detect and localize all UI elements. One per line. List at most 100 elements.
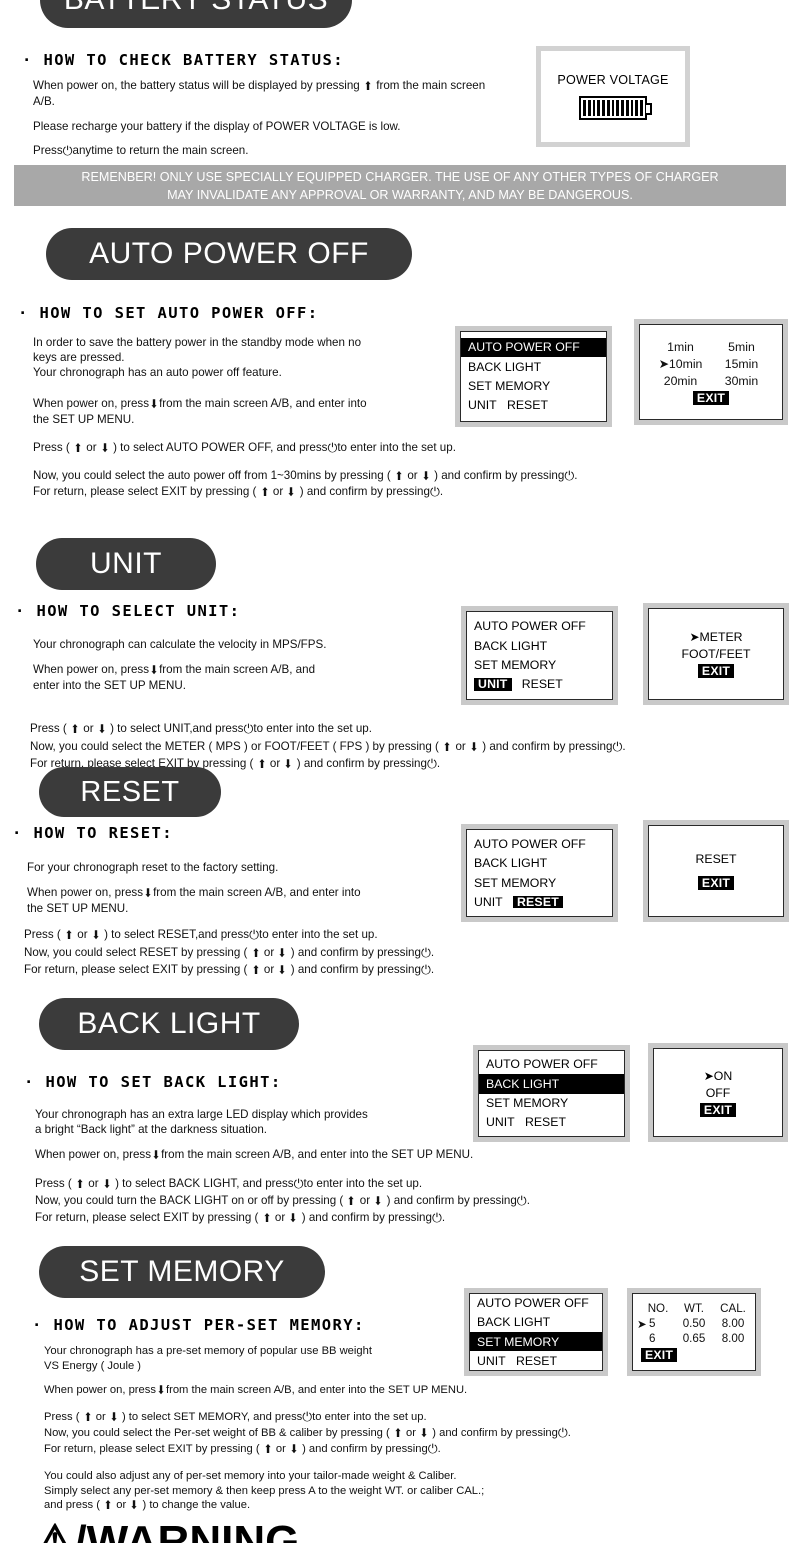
heading-how-to-check-battery-status: · HOW TO CHECK BATTERY STATUS: xyxy=(22,51,344,69)
lcd-option-5min[interactable]: 5min xyxy=(728,340,755,354)
lcd-menu-item-unit-reset[interactable]: UNIT RESET xyxy=(467,675,612,694)
apo-para1-line3: Your chronograph has an auto power off f… xyxy=(33,366,282,379)
apo-para4-b: or xyxy=(407,469,418,482)
power-icon: ⏻ xyxy=(426,756,437,771)
unit-para5-d: . xyxy=(436,757,441,770)
section-pill-auto-power-off: AUTO POWER OFF xyxy=(46,228,412,280)
lcd-menu-item-back-light[interactable]: BACK LIGHT xyxy=(470,1313,602,1332)
arrow-up-icon: ⬆ xyxy=(64,928,74,942)
reset-para5-b: or xyxy=(263,963,275,976)
memtable-row-no[interactable]: 6 xyxy=(641,1332,675,1345)
power-icon: ⏻ xyxy=(249,927,259,942)
lcd-option-reset[interactable]: RESET xyxy=(696,852,737,866)
lcd-menu-item-auto-power-off[interactable]: AUTO POWER OFF xyxy=(479,1055,624,1074)
heading-text: · HOW TO SET AUTO POWER OFF: xyxy=(18,304,319,322)
lcd-menu-item-unit-reset[interactable]: UNIT RESET xyxy=(470,1351,602,1370)
lcd-menu-item-set-memory[interactable]: SET MEMORY xyxy=(467,656,612,675)
lcd-menu-item-reset[interactable]: RESET xyxy=(516,1354,557,1368)
lcd-menu-item-unit[interactable]: UNIT xyxy=(486,1115,515,1129)
memtable-row-wt[interactable]: 0.65 xyxy=(675,1332,713,1345)
setmemory-para5-d: . xyxy=(437,1443,441,1455)
unit-para3-c: ) to select UNIT,and press xyxy=(110,722,244,735)
right-arrow-icon: ➤ xyxy=(637,1318,647,1331)
unit-para1: Your chronograph can calculate the veloc… xyxy=(33,638,327,651)
unit-para5-b: or xyxy=(269,757,281,770)
memtable-row-no[interactable]: ➤ 5 xyxy=(637,1317,675,1331)
arrow-down-icon: ⬇ xyxy=(91,928,100,942)
lcd-setup-menu-back-light: AUTO POWER OFF BACK LIGHT SET MEMORY UNI… xyxy=(473,1045,630,1142)
lcd-option-off[interactable]: OFF xyxy=(706,1086,731,1100)
lcd-option-on[interactable]: ➤ON xyxy=(704,1069,733,1083)
lcd-option-15min[interactable]: 15min xyxy=(725,357,759,371)
lcd-menu-item-unit-reset[interactable]: UNIT RESET xyxy=(467,892,612,911)
lcd-menu-item-unit[interactable]: UNIT xyxy=(477,1354,506,1368)
lcd-menu-item-reset[interactable]: RESET xyxy=(525,1115,566,1129)
arrow-up-icon: ⬆ xyxy=(443,740,452,754)
lcd-menu-item-set-memory[interactable]: SET MEMORY xyxy=(479,1094,624,1113)
lcd-option-meter[interactable]: ➤METER xyxy=(689,630,742,644)
lcd-menu-item-unit-reset[interactable]: UNIT RESET xyxy=(479,1113,624,1132)
lcd-menu-item-auto-power-off[interactable]: AUTO POWER OFF xyxy=(467,617,612,636)
lcd-option-10min[interactable]: ➤10min xyxy=(659,357,703,371)
lcd-menu-item-reset[interactable]: RESET xyxy=(522,677,563,691)
lcd-menu-item-reset[interactable]: RESET xyxy=(507,398,548,412)
lcd-option-20min[interactable]: 20min xyxy=(664,374,698,388)
lcd-menu-item-set-memory[interactable]: SET MEMORY xyxy=(461,377,606,396)
arrow-up-icon: ⬆ xyxy=(104,1498,113,1512)
unit-para3-d: to enter into the set up. xyxy=(253,722,372,735)
memtable-row-wt[interactable]: 0.50 xyxy=(675,1317,713,1330)
backlight-paragraph-1: Your chronograph has an extra large LED … xyxy=(35,1107,495,1137)
lcd-menu-item-auto-power-off[interactable]: AUTO POWER OFF xyxy=(461,337,606,358)
lcd-menu-item-auto-power-off[interactable]: AUTO POWER OFF xyxy=(470,1294,602,1313)
setmemory-para6-line3-a: and press ( xyxy=(44,1499,100,1511)
setmemory-para5-c: ) and confirm by pressing xyxy=(302,1443,428,1455)
lcd-memory-table: NO. WT. CAL. ➤ 5 0.50 8.00 6 0.65 8.00 EX… xyxy=(627,1288,761,1376)
lcd-menu-item-set-memory[interactable]: SET MEMORY xyxy=(470,1332,602,1352)
apo-paragraph-4: Now, you could select the auto power off… xyxy=(33,468,773,484)
reset-paragraph-5: For return, please select EXIT by pressi… xyxy=(24,962,724,978)
lcd-menu-item-unit[interactable]: UNIT xyxy=(468,398,497,412)
lcd-menu-item-unit[interactable]: UNIT xyxy=(474,678,512,691)
lcd-exit-button[interactable]: EXIT xyxy=(699,1102,737,1117)
memtable-row-cal[interactable]: 8.00 xyxy=(713,1317,753,1330)
backlight-para4-a: Now, you could turn the BACK LIGHT on or… xyxy=(35,1194,344,1207)
lcd-menu-item-reset[interactable]: RESET xyxy=(512,895,563,908)
reset-para3-c: ) to select RESET,and press xyxy=(104,928,250,941)
lcd-menu-item-back-light[interactable]: BACK LIGHT xyxy=(461,357,606,376)
lcd-exit-button[interactable]: EXIT xyxy=(692,390,730,405)
setmemory-para6-line3-c: ) to change the value. xyxy=(142,1499,251,1511)
lcd-menu-item-unit-reset[interactable]: UNIT RESET xyxy=(461,396,606,415)
lcd-menu-item-auto-power-off[interactable]: AUTO POWER OFF xyxy=(467,834,612,853)
backlight-para2-a: When power on, press xyxy=(35,1148,151,1161)
lcd-option-foot-feet[interactable]: FOOT/FEET xyxy=(682,647,751,661)
lcd-menu-item-unit[interactable]: UNIT xyxy=(474,895,503,909)
power-icon: ⏻ xyxy=(420,962,431,977)
power-icon: ⏻ xyxy=(243,721,254,736)
backlight-para3-d: to enter into the set up. xyxy=(303,1177,423,1190)
backlight-para2-b: from the main screen A/B, and enter into… xyxy=(161,1148,474,1161)
heading-how-to-select-unit: · HOW TO SELECT UNIT: xyxy=(15,602,240,620)
lcd-menu-item-back-light[interactable]: BACK LIGHT xyxy=(479,1074,624,1094)
arrow-down-icon: ⬇ xyxy=(109,1410,118,1424)
lcd-options-apo: 1min 5min ➤10min 15min 20min 30min EXIT xyxy=(634,319,788,425)
section-pill-unit: UNIT xyxy=(36,538,216,590)
lcd-menu-item-back-light[interactable]: BACK LIGHT xyxy=(467,854,612,873)
reset-para2-c: the SET UP MENU. xyxy=(27,902,129,915)
arrow-up-icon: ⬆ xyxy=(75,1177,85,1191)
power-icon: ⏻ xyxy=(429,484,440,499)
backlight-para1-line2: a bright “Back light” at the darkness si… xyxy=(35,1123,267,1136)
arrow-down-icon: ⬇ xyxy=(150,397,159,411)
unit-para5-c: ) and confirm by pressing xyxy=(296,757,427,770)
unit-paragraph-3: Press ( ⬆ or ⬇ ) to select UNIT,and pres… xyxy=(30,721,650,737)
lcd-option-30min[interactable]: 30min xyxy=(725,374,759,388)
lcd-exit-button[interactable]: EXIT xyxy=(697,876,735,890)
battery-paragraph-2: Please recharge your battery if the disp… xyxy=(33,119,503,134)
lcd-exit-button[interactable]: EXIT xyxy=(697,664,735,678)
lcd-menu-item-back-light[interactable]: BACK LIGHT xyxy=(467,636,612,655)
lcd-option-1min[interactable]: 1min xyxy=(667,340,694,354)
unit-para2-a: When power on, press xyxy=(33,663,149,676)
reset-para3-d: to enter into the set up. xyxy=(258,928,378,941)
lcd-menu-item-set-memory[interactable]: SET MEMORY xyxy=(467,873,612,892)
memtable-row-cal[interactable]: 8.00 xyxy=(713,1332,753,1345)
lcd-exit-button[interactable]: EXIT xyxy=(641,1348,678,1362)
